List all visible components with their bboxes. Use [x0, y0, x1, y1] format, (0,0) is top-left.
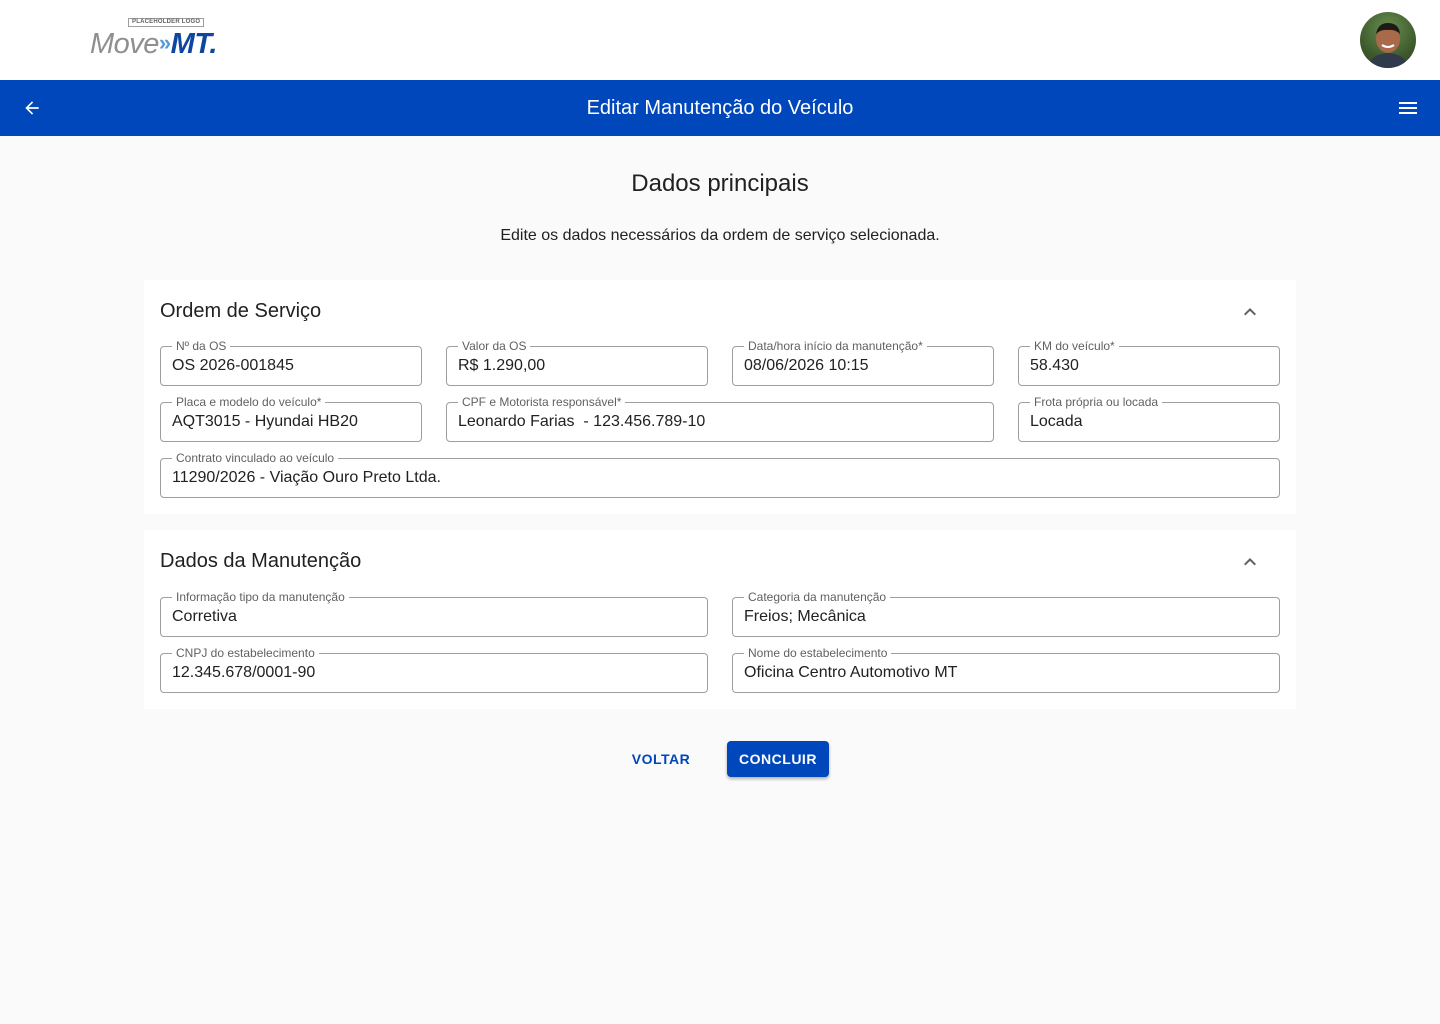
- logo: PLACEHOLDER LOGO Move»MT.: [90, 18, 230, 62]
- page-title: Editar Manutenção do Veículo: [586, 97, 854, 119]
- logo-arrows: »: [158, 30, 171, 55]
- field-value: OS 2026-001845: [172, 357, 294, 374]
- field-label: Frota própria ou locada: [1030, 395, 1163, 409]
- field-label: Placa e modelo do veículo*: [172, 395, 326, 409]
- collapse-ordem-servico-button[interactable]: [1238, 300, 1262, 324]
- field-value: Locada: [1030, 413, 1083, 430]
- menu-button[interactable]: [1396, 96, 1420, 120]
- app-bar: Editar Manutenção do Veículo: [0, 80, 1440, 136]
- field-label: Categoria da manutenção: [744, 590, 891, 604]
- maintenance-type-field[interactable]: Informação tipo da manutenção Corretiva: [160, 590, 708, 637]
- ordem-servico-card: Ordem de Serviço Nº da OS OS 2026-001845…: [144, 280, 1296, 514]
- logo-move-text: Move: [90, 28, 159, 60]
- start-datetime-field[interactable]: Data/hora início da manutenção* 08/06/20…: [732, 339, 994, 386]
- chevron-up-icon: [1244, 558, 1256, 566]
- field-value: 11290/2026 - Viação Ouro Preto Ltda.: [172, 469, 441, 486]
- field-value: Oficina Centro Automotivo MT: [744, 664, 958, 681]
- field-value: 08/06/2026 10:15: [744, 357, 869, 374]
- voltar-button[interactable]: VOLTAR: [620, 741, 702, 777]
- logo-mt-text: MT.: [170, 28, 218, 60]
- field-value: Leonardo Farias - 123.456.789-10: [458, 413, 706, 430]
- logo-text: Move»MT.: [90, 28, 217, 62]
- contract-field[interactable]: Contrato vinculado ao veículo 11290/2026…: [160, 451, 1280, 498]
- field-label: Informação tipo da manutenção: [172, 590, 349, 604]
- os-number-field[interactable]: Nº da OS OS 2026-001845: [160, 339, 422, 386]
- field-value: Freios; Mecânica: [744, 608, 866, 625]
- field-label: CNPJ do estabelecimento: [172, 646, 319, 660]
- establishment-name-field[interactable]: Nome do estabelecimento Oficina Centro A…: [732, 646, 1280, 693]
- field-label: Nº da OS: [172, 339, 231, 353]
- dados-manutencao-title: Dados da Manutenção: [160, 550, 362, 572]
- collapse-dados-manutencao-button[interactable]: [1238, 550, 1262, 574]
- logo-placeholder-tag: PLACEHOLDER LOGO: [128, 18, 205, 27]
- maintenance-category-field[interactable]: Categoria da manutenção Freios; Mecânica: [732, 590, 1280, 637]
- field-label: Contrato vinculado ao veículo: [172, 451, 339, 465]
- section-subtitle: Edite os dados necessários da ordem de s…: [500, 227, 940, 244]
- field-value: Corretiva: [172, 608, 237, 625]
- section-heading: Dados principais: [631, 170, 809, 197]
- field-label: Nome do estabelecimento: [744, 646, 892, 660]
- field-label: Valor da OS: [458, 339, 531, 353]
- driver-cpf-field[interactable]: CPF e Motorista responsável* Leonardo Fa…: [446, 395, 994, 442]
- chevron-up-icon: [1244, 308, 1256, 316]
- top-header: PLACEHOLDER LOGO Move»MT.: [0, 0, 1440, 80]
- field-label: KM do veículo*: [1030, 339, 1119, 353]
- establishment-cnpj-field[interactable]: CNPJ do estabelecimento 12.345.678/0001-…: [160, 646, 708, 693]
- concluir-button[interactable]: CONCLUIR: [727, 741, 829, 777]
- field-label: CPF e Motorista responsável*: [458, 395, 626, 409]
- menu-icon: [1399, 102, 1417, 114]
- field-label: Data/hora início da manutenção*: [744, 339, 927, 353]
- avatar-icon: [1368, 23, 1408, 68]
- field-value: 58.430: [1030, 357, 1079, 374]
- dados-manutencao-card: Dados da Manutenção Informação tipo da m…: [144, 530, 1296, 709]
- fleet-type-field[interactable]: Frota própria ou locada Locada: [1018, 395, 1280, 442]
- field-value: 12.345.678/0001-90: [172, 664, 316, 681]
- field-value: R$ 1.290,00: [458, 357, 546, 374]
- vehicle-plate-model-field[interactable]: Placa e modelo do veículo* AQT3015 - Hyu…: [160, 395, 422, 442]
- field-value: AQT3015 - Hyundai HB20: [172, 413, 358, 430]
- os-value-field[interactable]: Valor da OS R$ 1.290,00: [446, 339, 708, 386]
- ordem-servico-title: Ordem de Serviço: [160, 300, 322, 322]
- user-avatar[interactable]: [1360, 12, 1416, 68]
- vehicle-km-field[interactable]: KM do veículo* 58.430: [1018, 339, 1280, 386]
